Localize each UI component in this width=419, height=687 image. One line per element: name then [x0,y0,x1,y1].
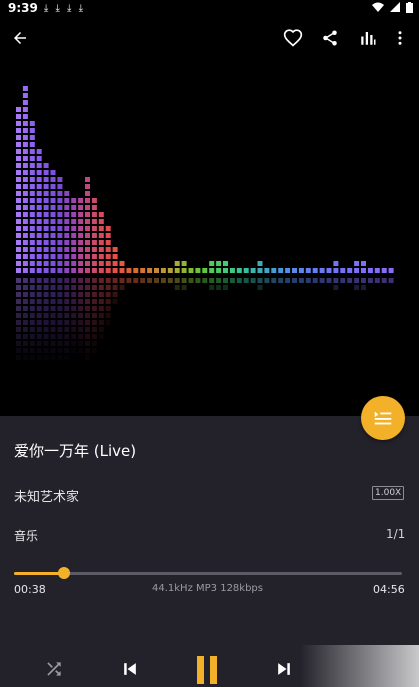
download-icons: ⤓ ⤓ ⤓ ⤓ [43,2,86,14]
visualizer-bar [216,261,222,290]
heart-icon [283,29,303,47]
visualizer-bar [326,268,332,283]
shuffle-icon [47,662,61,676]
visualizer-bar [354,261,360,290]
visualizer-bar [388,268,394,283]
more-button[interactable] [385,23,415,53]
equalizer-button[interactable] [353,23,383,53]
visualizer-bar [64,191,70,360]
visualizer-bar [229,268,235,283]
visualizer-bar [305,268,311,283]
visualizer-bar [250,268,256,283]
visualizer-bar [112,247,118,304]
visualizer-bar [374,268,380,283]
visualizer-bar [381,268,387,283]
visualizer-bar [160,268,166,283]
shuffle-button[interactable] [40,655,68,683]
visualizer-bar [312,268,318,283]
skip-next-icon [278,663,290,675]
status-right [372,2,413,13]
playlist-button[interactable] [361,396,405,440]
top-app-bar [0,18,419,58]
visualizer-bar [361,261,366,290]
signal-icon [390,2,400,12]
visualizer-bar [36,149,42,360]
back-button[interactable] [5,23,35,53]
equalizer-icon [361,32,376,45]
total-time: 04:56 [373,583,405,596]
visualizer-bar [333,261,339,290]
visualizer-bar [285,268,291,283]
visualizer-bar [43,163,49,360]
song-title: 爱你一万年 (Live) [14,442,137,460]
visualizer-bar [367,268,373,283]
visualizer-bar [140,268,146,283]
visualizer-bar [119,261,125,290]
visualizer-bar [202,268,208,283]
visualizer-bar [271,268,277,283]
visualizer-canvas [16,86,394,360]
visualizer-bar [78,198,84,353]
visualizer-bar [174,261,180,290]
playback-speed-badge[interactable]: 1.00X [372,486,405,500]
seek-bar[interactable] [14,567,402,579]
visualizer-bar [195,268,201,283]
audio-format-info: 44.1kHz MP3 128kbps [152,583,263,594]
visualizer-bar [223,261,228,290]
visualizer-bar [57,177,63,360]
visualizer-bar [340,268,346,283]
wifi-icon [372,2,384,12]
visualizer-bar [22,86,28,360]
seek-bar-thumb[interactable] [57,567,70,579]
previous-button[interactable] [116,655,144,683]
status-bar: 9:39 ⤓ ⤓ ⤓ ⤓ [0,0,419,16]
visualizer-bar [347,268,353,283]
visualizer-bar [147,268,153,283]
visualizer-bar [243,268,249,283]
visualizer-bar [29,121,35,360]
visualizer-bar [319,268,325,283]
visualizer-bar [85,177,90,360]
more-vert-icon [398,31,402,45]
share-button[interactable] [315,23,345,53]
visualizer-bar [188,268,194,283]
next-button[interactable] [270,655,298,683]
visualizer-bar [126,268,132,283]
visualizer-bar [167,268,173,283]
visualizer-bar [16,107,21,360]
visualizer-bar [209,261,215,290]
share-icon [323,30,337,46]
visualizer-bar [71,198,77,353]
playlist-icon [374,411,392,425]
visualizer-bar [278,268,284,283]
queue-position: 1/1 [386,527,406,541]
song-artist[interactable]: 未知艺术家 [14,486,79,505]
visualizer-bar [133,268,139,283]
visualizer-bar [236,268,242,283]
seek-bar-progress [14,572,64,575]
visualizer-bar [292,268,297,283]
audio-visualizer [0,60,419,416]
visualizer-bar [98,212,104,339]
visualizer-bar [257,261,263,290]
visualizer-bar [264,268,270,283]
visualizer-bar [154,268,159,283]
pause-icon [197,656,217,684]
visualizer-bar [50,170,56,360]
visualizer-bar [91,198,97,353]
status-time: 9:39 [8,1,38,15]
song-album[interactable]: 音乐 [14,527,38,544]
visualizer-bar [181,261,187,290]
watermark-blur [300,645,419,687]
pause-button[interactable] [190,652,224,686]
visualizer-bar [298,268,304,283]
current-time: 00:38 [14,583,46,596]
visualizer-bar [105,226,111,325]
battery-icon [406,2,413,13]
arrow-left-icon [14,32,26,44]
favorite-button[interactable] [278,23,308,53]
skip-previous-icon [124,663,136,675]
